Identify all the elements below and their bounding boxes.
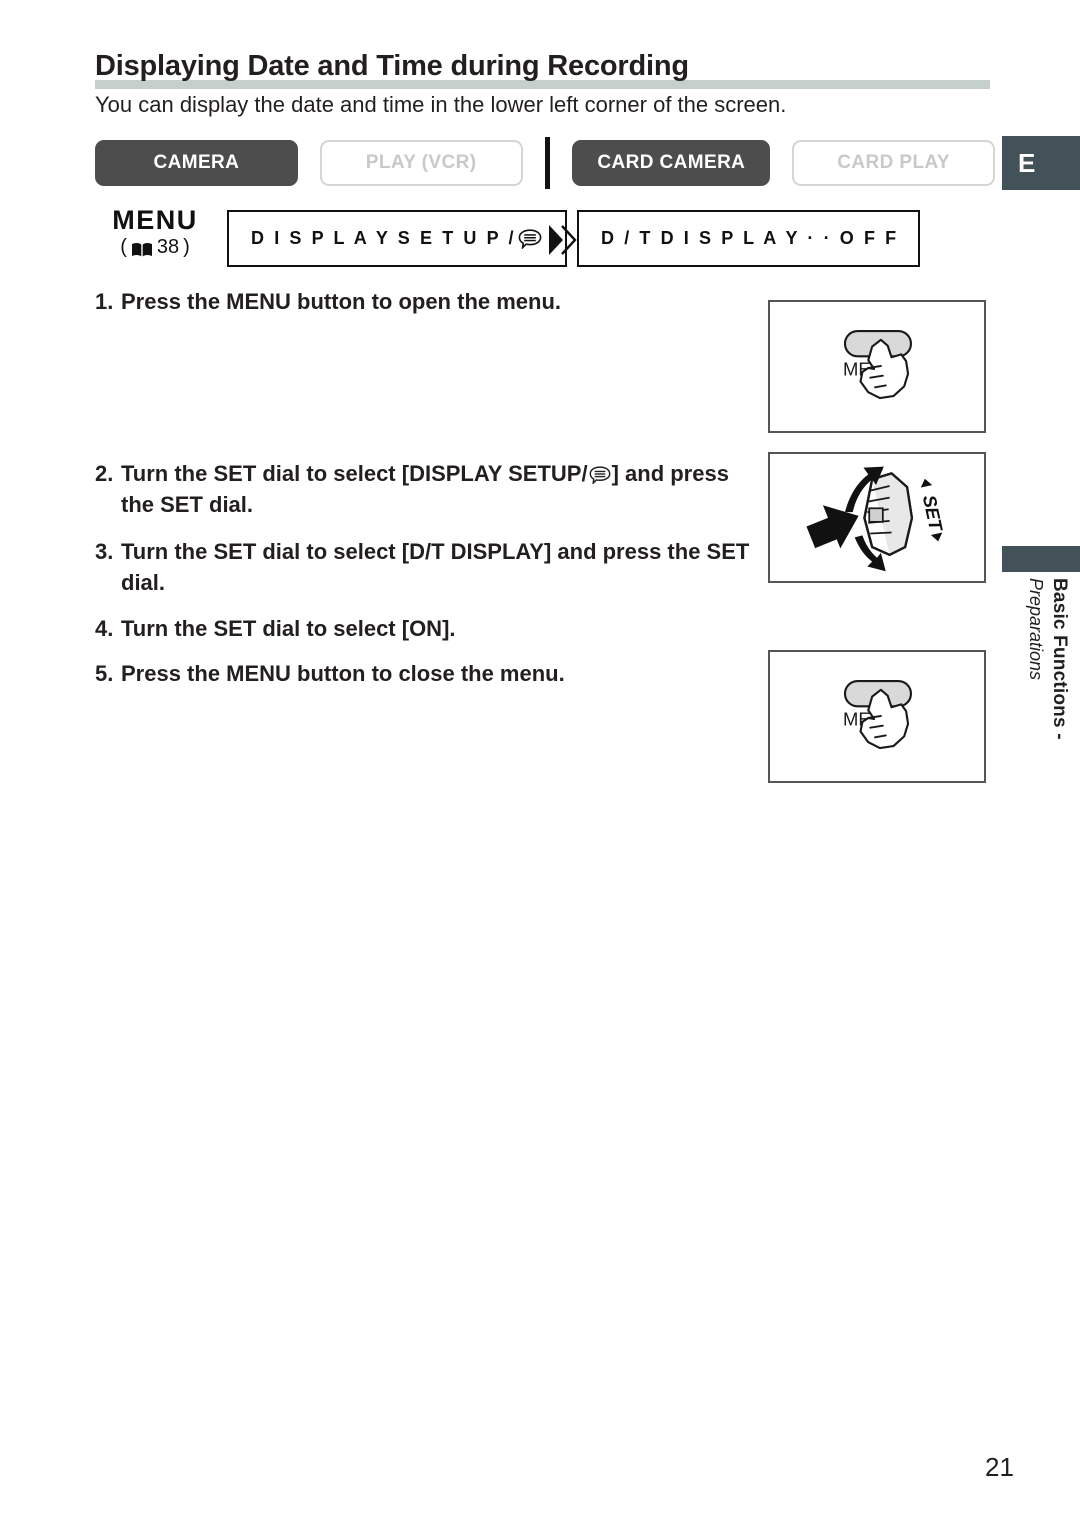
illustration-press-menu-button-bottom: MENU xyxy=(768,650,986,783)
menu-word: MENU xyxy=(112,205,198,235)
step-3-number: 3. xyxy=(95,539,114,564)
paren-open: ( xyxy=(120,236,127,258)
step-5-number: 5. xyxy=(95,661,114,686)
section-tab-main-label: Basic Functions - xyxy=(1049,578,1070,740)
mode-button-card-play-label: CARD PLAY xyxy=(837,152,950,173)
menu-path-row: MENU ( 38 ) D I S P L A Y S E T U P / D … xyxy=(95,206,920,276)
page-number: 21 xyxy=(985,1452,1014,1482)
instruction-step-5: 5. Press the MENU button to close the me… xyxy=(95,658,755,689)
menu-page-reference: ( 38 ) xyxy=(95,234,215,260)
instruction-step-1: 1. Press the MENU button to open the men… xyxy=(95,286,755,317)
osd-bubble-icon xyxy=(518,228,542,250)
language-tab-label: E xyxy=(1018,147,1036,178)
book-icon xyxy=(131,239,153,257)
mode-button-row: CAMERA PLAY (VCR) CARD CAMERA CARD PLAY xyxy=(95,137,995,189)
menu-page-number: 38 xyxy=(156,236,180,258)
section-tab-sub-label: Preparations xyxy=(1026,578,1046,681)
step-5-text: Press the MENU button to close the menu. xyxy=(121,661,565,686)
mode-button-play-vcr[interactable]: PLAY (VCR) xyxy=(319,140,523,186)
mode-button-play-vcr-label: PLAY (VCR) xyxy=(365,152,477,173)
double-chevron-right-icon xyxy=(547,224,577,256)
step-3-text: Turn the SET dial to select [D/T DISPLAY… xyxy=(121,539,750,595)
set-dial-shape xyxy=(863,472,914,556)
step-1-number: 1. xyxy=(95,289,114,314)
menu-item-display-setup: D I S P L A Y S E T U P / xyxy=(227,210,567,267)
press-arrow xyxy=(806,505,859,549)
mode-button-card-play[interactable]: CARD PLAY xyxy=(792,140,995,186)
mode-button-card-camera-label: CARD CAMERA xyxy=(597,152,746,173)
mode-button-camera-label: CAMERA xyxy=(153,152,240,173)
instruction-step-4: 4. Turn the SET dial to select [ON]. xyxy=(95,613,755,644)
illustration-set-dial: SET xyxy=(768,452,986,583)
page-title: Displaying Date and Time during Recordin… xyxy=(95,50,689,82)
step-4-number: 4. xyxy=(95,616,114,641)
step-4-text: Turn the SET dial to select [ON]. xyxy=(121,616,456,641)
mode-button-card-camera[interactable]: CARD CAMERA xyxy=(572,140,771,186)
step-2-text: Turn the SET dial to select [DISPLAY SET… xyxy=(121,458,755,520)
section-tab-bar xyxy=(1002,546,1080,572)
menu-label-group: MENU ( 38 ) xyxy=(95,206,215,260)
instruction-steps: 1. Press the MENU button to open the men… xyxy=(95,286,755,689)
paren-close: ) xyxy=(183,236,190,258)
step-2-number: 2. xyxy=(95,461,114,486)
language-tab: E xyxy=(1002,136,1080,190)
mode-button-camera[interactable]: CAMERA xyxy=(95,140,298,186)
svg-text:SET: SET xyxy=(919,493,947,534)
illustration-press-menu-button-top: MENU xyxy=(768,300,986,433)
menu-item-dt-display: D / T D I S P L A Y · · O F F xyxy=(577,210,920,267)
mode-group-separator xyxy=(544,137,551,189)
instruction-step-3: 3. Turn the SET dial to select [D/T DISP… xyxy=(95,536,755,598)
step-2-text-before: Turn the SET dial to select [DISPLAY SET… xyxy=(121,461,588,486)
osd-bubble-icon xyxy=(589,461,611,485)
set-dial-label: SET xyxy=(919,478,947,542)
step-1-text: Press the MENU button to open the menu. xyxy=(121,289,562,314)
section-tab-text: Basic Functions - Preparations xyxy=(1004,578,1074,778)
instruction-step-2: 2. Turn the SET dial to select [DISPLAY … xyxy=(95,458,755,520)
menu-item-display-setup-label: D I S P L A Y S E T U P / xyxy=(251,228,517,248)
page-header: Displaying Date and Time during Recordin… xyxy=(95,48,990,92)
menu-item-dt-display-label: D / T D I S P L A Y · · O F F xyxy=(601,228,899,248)
intro-text: You can display the date and time in the… xyxy=(95,92,787,117)
